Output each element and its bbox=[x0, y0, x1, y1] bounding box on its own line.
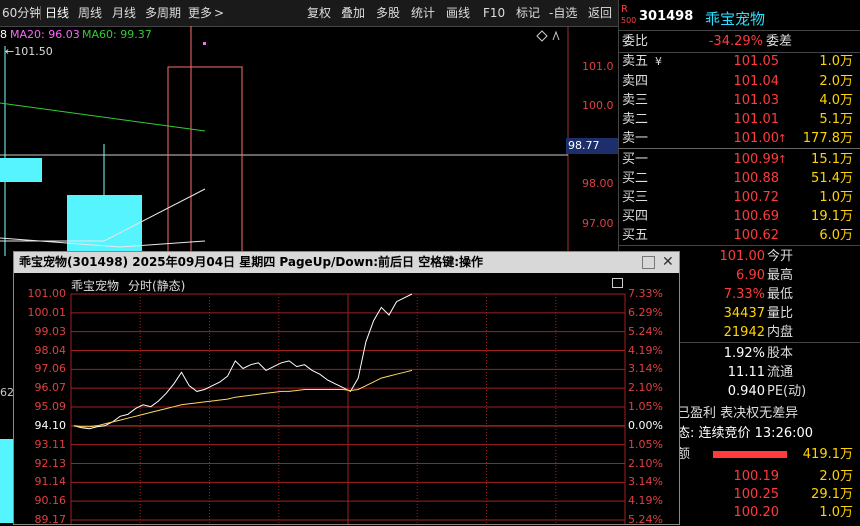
chevron-up-icon bbox=[552, 30, 560, 41]
price-tick-label: 97.06 bbox=[34, 362, 67, 376]
high-price-value: 101.50 bbox=[14, 45, 53, 58]
price-tick-label: 91.14 bbox=[34, 475, 67, 489]
pct-tick-label: 5.24% bbox=[628, 324, 663, 338]
bid-row[interactable]: 买一 100.99 ↑ 15.1万 bbox=[619, 150, 860, 169]
pct-tick-label: 1.05% bbox=[628, 400, 663, 413]
period-month-button[interactable]: 月线 bbox=[112, 4, 136, 22]
ask-row[interactable]: 卖五 ¥101.05 1.0万 bbox=[619, 52, 860, 71]
pct-tick-label: 1.05% bbox=[628, 437, 663, 451]
weicha-label: 委差 bbox=[766, 34, 793, 49]
price-tick-label: 96.07 bbox=[34, 381, 67, 395]
stock-name: 乖宝宠物 bbox=[705, 10, 766, 28]
pct-tick-label: 2.10% bbox=[628, 381, 663, 395]
arrow-up-icon: ↑ bbox=[777, 132, 787, 145]
left-edge-label: 62 bbox=[0, 386, 14, 399]
high-price-label: ←101.50 bbox=[5, 45, 53, 58]
diamond-icon bbox=[536, 30, 548, 42]
market-badge: R bbox=[621, 4, 628, 15]
price-tick-label: 95.09 bbox=[34, 400, 67, 413]
ask-row[interactable]: 卖一 101.00 ↑ 177.8万 bbox=[619, 129, 860, 148]
intraday-chart bbox=[70, 293, 626, 524]
pct-tick-label: 2.10% bbox=[628, 456, 663, 470]
arrow-up-icon: ↑ bbox=[777, 153, 787, 166]
ask-row[interactable]: 卖二 101.01 5.1万 bbox=[619, 110, 860, 129]
price-tick-label: 89.17 bbox=[34, 513, 67, 526]
volume-bar bbox=[0, 439, 13, 523]
period-toolbar: 60分钟 日线 周线 月线 多周期 更多 > 复权 叠加 多股 统计 画线 F1… bbox=[0, 0, 618, 27]
pct-tick-label: 3.14% bbox=[628, 475, 663, 489]
price-tick-label: 94.10 bbox=[34, 418, 67, 432]
period-week-button[interactable]: 周线 bbox=[78, 4, 102, 22]
remove-watchlist-button[interactable]: -自选 bbox=[549, 4, 577, 22]
bid-row[interactable]: 买五 100.62 6.0万 bbox=[619, 226, 860, 245]
pct-tick-label: 6.29% bbox=[628, 305, 663, 319]
stock-header: R 500 301498 乖宝宠物 bbox=[619, 0, 860, 31]
draw-line-button[interactable]: 画线 bbox=[446, 4, 470, 22]
weibi-row: 委比 -34.29% 委差 bbox=[619, 32, 860, 51]
stock-code: 301498 bbox=[639, 9, 694, 24]
period-day-button[interactable]: 日线 bbox=[45, 4, 69, 22]
price-tick: 100.0 bbox=[582, 99, 614, 112]
ma60-line bbox=[0, 102, 206, 132]
candle-body bbox=[167, 66, 243, 268]
overlay-button[interactable]: 叠加 bbox=[341, 4, 365, 22]
pct-tick-label: 0.00% bbox=[628, 418, 663, 432]
ma-label: 8 bbox=[0, 28, 7, 41]
price-line bbox=[73, 293, 413, 430]
pct-tick-label: 4.19% bbox=[628, 494, 663, 508]
bid-row[interactable]: 买四 100.69 19.1万 bbox=[619, 207, 860, 226]
price-tick-label: 99.03 bbox=[34, 324, 67, 338]
price-tick-label: 93.11 bbox=[34, 437, 67, 451]
period-60min-button[interactable]: 60分钟 bbox=[2, 4, 41, 22]
pct-tick-label: 7.33% bbox=[628, 287, 663, 300]
pct-tick-label: 5.24% bbox=[628, 513, 663, 526]
price-tick-label: 100.01 bbox=[27, 305, 67, 319]
bid-amount-bar bbox=[713, 451, 787, 458]
back-button[interactable]: 返回 bbox=[588, 4, 612, 22]
price-tick: 101.0 bbox=[582, 60, 614, 73]
price-tick: 98.00 bbox=[582, 177, 614, 190]
more-button[interactable]: 更多 bbox=[188, 4, 212, 22]
price-tick-label: 101.00 bbox=[27, 287, 67, 300]
ask-row[interactable]: 卖三 101.03 4.0万 bbox=[619, 91, 860, 110]
bid-row[interactable]: 买三 100.72 1.0万 bbox=[619, 188, 860, 207]
price-tick-label: 92.13 bbox=[34, 456, 67, 470]
divider bbox=[40, 6, 41, 20]
weibi-value: -34.29% bbox=[708, 34, 763, 49]
current-price-tag: 98.77 bbox=[566, 138, 620, 154]
divider bbox=[619, 148, 860, 149]
mark-button[interactable]: 标记 bbox=[516, 4, 540, 22]
bid-row[interactable]: 买二 100.88 51.4万 bbox=[619, 169, 860, 188]
marker-dot bbox=[203, 42, 206, 45]
ask-row[interactable]: 卖四 101.04 2.0万 bbox=[619, 72, 860, 91]
price-tick: 97.00 bbox=[582, 217, 614, 230]
adjust-button[interactable]: 复权 bbox=[307, 4, 331, 22]
f10-button[interactable]: F10 bbox=[483, 4, 505, 22]
avg-price-line bbox=[73, 369, 413, 428]
ma60-label: MA60: 99.37 bbox=[82, 28, 152, 41]
statistics-button[interactable]: 统计 bbox=[411, 4, 435, 22]
weibi-label: 委比 bbox=[622, 34, 649, 49]
market-badge-sub: 500 bbox=[621, 16, 637, 25]
pct-tick-label: 4.19% bbox=[628, 343, 663, 357]
price-tick-label: 98.04 bbox=[34, 343, 67, 357]
candle-body bbox=[0, 158, 42, 182]
ma20-label: MA20: 96.03 bbox=[10, 28, 80, 41]
pct-tick-label: 3.14% bbox=[628, 362, 663, 376]
multi-period-button[interactable]: 多周期 bbox=[145, 4, 181, 22]
multi-stock-button[interactable]: 多股 bbox=[376, 4, 400, 22]
divider bbox=[619, 245, 860, 246]
intraday-popup[interactable]: 乖宝宠物(301498) 2025年09月04日 星期四 PageUp/Down… bbox=[13, 251, 680, 526]
yen-icon: ¥ bbox=[655, 55, 662, 68]
arrow-left-icon: ← bbox=[5, 45, 15, 58]
chevron-right-icon[interactable]: > bbox=[214, 4, 224, 22]
price-tick-label: 90.16 bbox=[34, 494, 67, 508]
